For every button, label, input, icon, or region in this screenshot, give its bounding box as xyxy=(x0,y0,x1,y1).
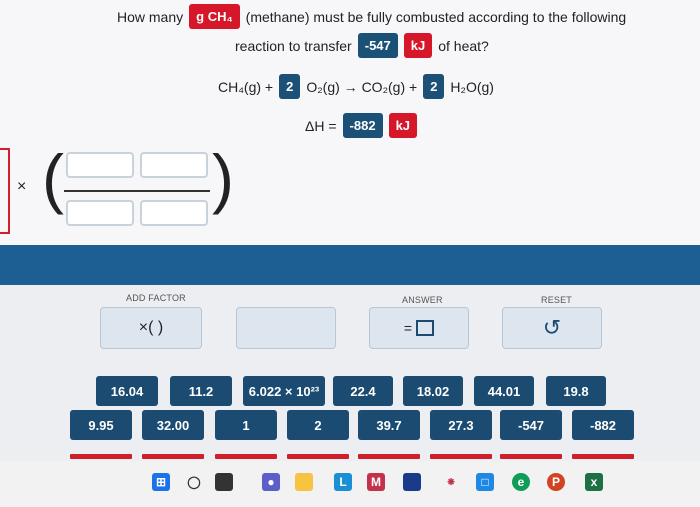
tile-2[interactable]: 2 xyxy=(287,410,349,440)
reaction-equation: CH₄(g) + 2 O₂(g) → CO₂(g) + 2 H₂O(g) xyxy=(218,74,494,99)
tile-1[interactable]: 1 xyxy=(215,410,277,440)
answer-equals: = xyxy=(403,320,413,336)
empty-slot-button[interactable] xyxy=(236,307,336,349)
question-suffix: of heat? xyxy=(438,37,489,54)
edge-icon[interactable]: e xyxy=(512,473,530,491)
tile-11-2[interactable]: 11.2 xyxy=(170,376,232,406)
task-view-icon[interactable] xyxy=(215,473,233,491)
coefficient-o2[interactable]: 2 xyxy=(279,74,301,99)
tile-neg-547[interactable]: -547 xyxy=(500,410,562,440)
enthalpy-value-tag[interactable]: -882 xyxy=(342,113,383,138)
add-factor-label: ADD FACTOR xyxy=(126,293,186,303)
question-how-many: How many xyxy=(117,8,184,25)
heat-unit-tag[interactable]: kJ xyxy=(403,33,433,58)
coefficient-h2o[interactable]: 2 xyxy=(423,74,445,99)
numerator-slot-1[interactable] xyxy=(66,152,134,178)
enthalpy-unit-tag[interactable]: kJ xyxy=(388,113,418,138)
question-substance: (methane) must be fully combusted accord… xyxy=(245,8,627,25)
tile-neg-882[interactable]: -882 xyxy=(572,410,634,440)
tile-16-04[interactable]: 16.04 xyxy=(96,376,158,406)
photos-icon[interactable]: □ xyxy=(476,473,494,491)
reactant-o2-products: O₂(g) → CO₂(g) + xyxy=(306,78,418,95)
store-icon[interactable] xyxy=(403,473,421,491)
tile-avogadro[interactable]: 6.022 × 10²³ xyxy=(243,376,325,406)
search-icon[interactable]: ◯ xyxy=(185,473,203,491)
reset-button[interactable]: ↺ xyxy=(502,307,602,349)
answer-label: ANSWER xyxy=(402,295,443,305)
left-parenthesis: ( xyxy=(42,141,64,215)
product-h2o: H₂O(g) xyxy=(450,78,494,95)
red-tile-edge xyxy=(500,454,562,459)
add-factor-button[interactable]: ×( ) xyxy=(100,307,202,349)
red-tile-edge xyxy=(287,454,349,459)
teams-chat-icon[interactable]: ● xyxy=(262,473,280,491)
red-tile-edge xyxy=(358,454,420,459)
answer-box-icon xyxy=(416,320,435,336)
red-tile-edge xyxy=(70,454,132,459)
enthalpy-label: ΔH = xyxy=(305,117,337,134)
fraction-bar xyxy=(64,190,210,192)
tile-32-00[interactable]: 32.00 xyxy=(142,410,204,440)
tile-9-95[interactable]: 9.95 xyxy=(70,410,132,440)
question-transfer-text: reaction to transfer xyxy=(235,37,352,54)
starting-value-box[interactable] xyxy=(0,148,10,234)
windows-icon[interactable]: ⊞ xyxy=(152,473,170,491)
question-line-1: How many g CH₄ (methane) must be fully c… xyxy=(117,4,626,29)
numerator-slot-2[interactable] xyxy=(140,152,208,178)
divider-band xyxy=(0,245,700,285)
enthalpy-line: ΔH = -882 kJ xyxy=(305,113,418,138)
l-app-icon[interactable]: L xyxy=(334,473,352,491)
red-tile-edge xyxy=(142,454,204,459)
answer-button[interactable]: = xyxy=(369,307,469,349)
denominator-slot-1[interactable] xyxy=(66,200,134,226)
tile-27-3[interactable]: 27.3 xyxy=(430,410,492,440)
tile-18-02[interactable]: 18.02 xyxy=(403,376,463,406)
add-factor-text: ×( ) xyxy=(138,319,164,336)
red-tile-edge xyxy=(430,454,492,459)
excel-icon[interactable]: x xyxy=(585,473,603,491)
tile-19-8[interactable]: 19.8 xyxy=(546,376,606,406)
powerpoint-icon[interactable]: P xyxy=(547,473,565,491)
right-parenthesis: ) xyxy=(212,141,234,215)
unit-tag-g-ch4[interactable]: g CH₄ xyxy=(189,4,240,29)
times-symbol: × xyxy=(17,178,27,195)
tile-22-4[interactable]: 22.4 xyxy=(333,376,393,406)
network-icon[interactable]: ⁕ xyxy=(442,473,460,491)
denominator-slot-2[interactable] xyxy=(140,200,208,226)
reactant-ch4: CH₄(g) + xyxy=(218,78,274,95)
file-explorer-icon[interactable] xyxy=(295,473,313,491)
heat-value-tag[interactable]: -547 xyxy=(357,33,398,58)
reset-label: RESET xyxy=(541,295,573,305)
reset-icon: ↺ xyxy=(542,315,562,340)
mail-icon[interactable]: M xyxy=(367,473,385,491)
red-tile-edge xyxy=(215,454,277,459)
tile-44-01[interactable]: 44.01 xyxy=(474,376,534,406)
red-tile-edge xyxy=(572,454,634,459)
question-line-2: reaction to transfer -547 kJ of heat? xyxy=(235,33,489,58)
tile-39-7[interactable]: 39.7 xyxy=(358,410,420,440)
